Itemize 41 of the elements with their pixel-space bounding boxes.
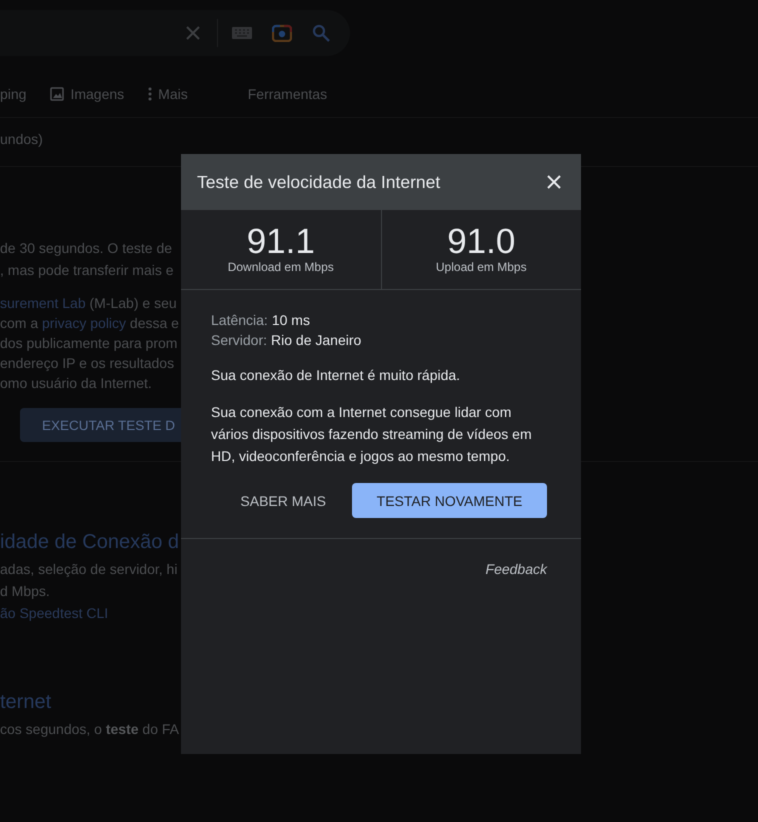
speed-label: Download em Mbps xyxy=(228,260,334,274)
link[interactable]: privacy policy xyxy=(42,315,126,331)
snippet-text: adas, seleção de servidor, hi xyxy=(0,560,178,579)
detail-value: Rio de Janeiro xyxy=(271,331,362,350)
snippet-text: cos segundos, o teste do FA xyxy=(0,720,180,739)
nav-tab[interactable]: Imagens xyxy=(50,86,124,102)
run-test-button[interactable]: EXECUTAR TESTE D xyxy=(20,408,181,442)
dialog-title: Teste de velocidade da Internet xyxy=(197,172,440,192)
camera-icon[interactable] xyxy=(272,24,292,42)
snippet-text: , mas pode transferir mais e xyxy=(0,261,174,280)
detail-label: Servidor: xyxy=(211,331,268,350)
result-stats: undos) xyxy=(0,130,43,149)
detail-value: 10 ms xyxy=(272,311,310,330)
description-text: Sua conexão com a Internet consegue lidar com vários dispositivos fazendo streaming de vídeos em HD, videoconferência e jogos ao mesmo tempo. xyxy=(211,403,533,466)
snippet-text: com a privacy policy dessa e xyxy=(0,314,179,333)
nav-tab[interactable]: Ferramentas xyxy=(248,86,328,102)
snippet-text: endereço IP e os resultados xyxy=(0,354,174,373)
snippet-text: surement Lab (M-Lab) e seu xyxy=(0,294,177,313)
snippet-text: dos publicamente para prom xyxy=(0,334,178,353)
result-title[interactable]: ternet xyxy=(0,689,52,715)
keyboard-icon[interactable] xyxy=(232,27,252,39)
nav-tab[interactable]: ping xyxy=(0,86,26,102)
link[interactable]: surement Lab xyxy=(0,295,86,311)
feedback-link[interactable]: Feedback xyxy=(486,561,547,577)
more-icon xyxy=(148,87,152,101)
snippet-text: de 30 segundos. O teste de xyxy=(0,239,172,258)
snippet-text: d Mbps. xyxy=(0,582,50,601)
detail-label: Latência: xyxy=(211,311,268,330)
retest-button[interactable]: TESTAR NOVAMENTE xyxy=(352,483,547,518)
result-title[interactable]: idade de Conexão d xyxy=(0,529,180,555)
search-icon[interactable] xyxy=(312,24,330,42)
image-icon xyxy=(50,87,64,101)
link[interactable]: ão Speedtest CLI xyxy=(0,602,108,624)
nav-tab[interactable]: Mais xyxy=(148,86,188,102)
search-bar[interactable] xyxy=(0,10,350,56)
speed-label: Upload em Mbps xyxy=(436,260,527,274)
speed-value: 91.1 xyxy=(246,224,315,260)
speed-value: 91.0 xyxy=(447,224,516,260)
learn-more-button[interactable]: SABER MAIS xyxy=(220,483,346,518)
summary-text: Sua conexão de Internet é muito rápida. xyxy=(211,366,462,385)
snippet-text: omo usuário da Internet. xyxy=(0,374,152,393)
